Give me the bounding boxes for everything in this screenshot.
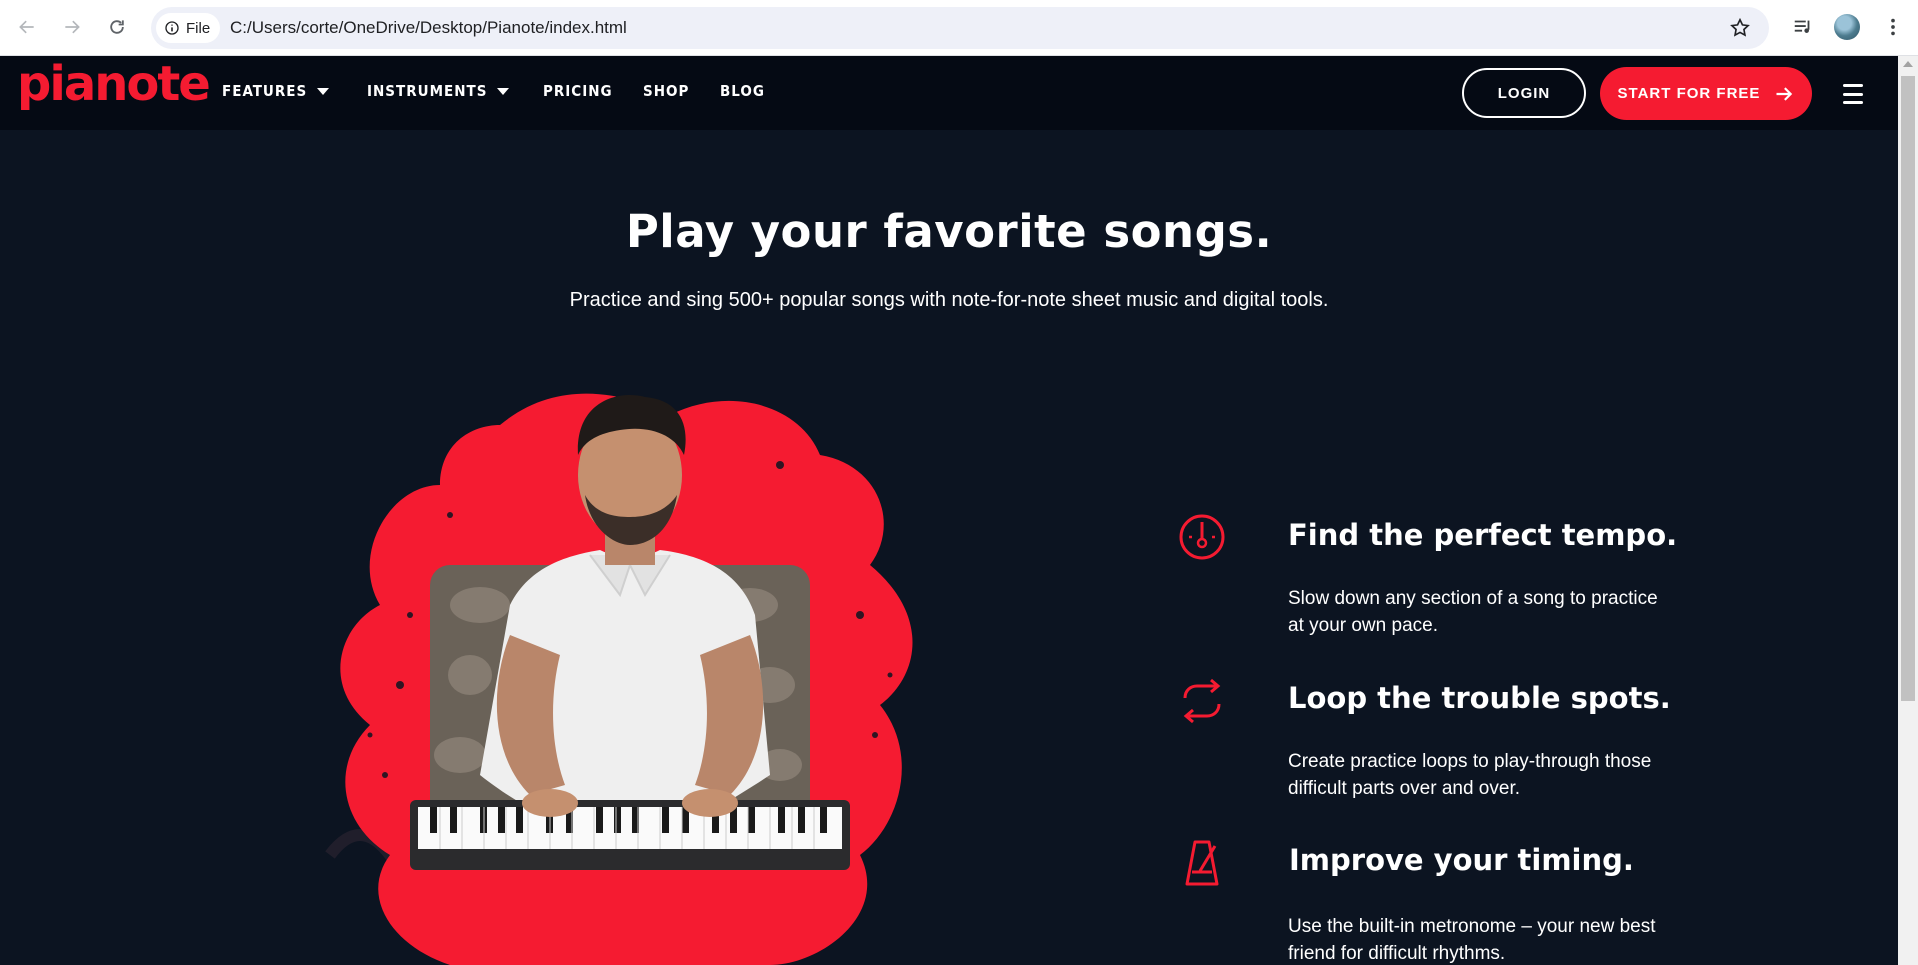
feature-title: Find the perfect tempo. — [1288, 518, 1678, 552]
chevron-down-icon — [317, 87, 330, 95]
nav-features[interactable]: FEATURES — [222, 82, 330, 100]
nav-instruments-label: INSTRUMENTS — [367, 82, 488, 100]
forward-arrow-icon[interactable] — [57, 12, 87, 42]
feature-description: Create practice loops to play-through th… — [1288, 751, 1652, 799]
nav-features-label: FEATURES — [222, 82, 308, 100]
loop-icon — [1183, 678, 1221, 724]
address-bar[interactable]: File C:/Users/corte/OneDrive/Desktop/Pia… — [151, 7, 1769, 49]
feature-title: Loop the trouble spots. — [1288, 681, 1671, 715]
avatar[interactable] — [1834, 14, 1860, 40]
scroll-thumb[interactable] — [1901, 76, 1915, 701]
feature-description: Use the built-in metronome – your new be… — [1288, 916, 1656, 964]
start-button-label: START FOR FREE — [1617, 85, 1761, 102]
chip-label: File — [186, 19, 211, 37]
pianist-photo — [325, 393, 913, 965]
site-header: pianote FEATURES INSTRUMENTS PRICING SHO… — [0, 56, 1898, 130]
metronome-icon — [1185, 840, 1219, 886]
hero-title: Play your favorite songs. — [625, 205, 1273, 258]
info-icon — [165, 21, 179, 35]
login-button[interactable]: LOGIN — [1462, 68, 1586, 118]
kebab-menu-icon[interactable] — [1880, 14, 1906, 40]
scroll-up-icon[interactable] — [1903, 61, 1913, 67]
nav-shop-label: SHOP — [643, 82, 690, 100]
back-arrow-icon[interactable] — [12, 12, 42, 42]
feature-description: Slow down any section of a song to pract… — [1288, 588, 1658, 636]
feature-title: Improve your timing. — [1289, 843, 1634, 877]
site-info-chip[interactable]: File — [156, 13, 221, 43]
hero-subtitle: Practice and sing 500+ popular songs wit… — [569, 289, 1329, 311]
url-text[interactable]: C:/Users/corte/OneDrive/Desktop/Pianote/… — [230, 18, 627, 38]
pianote-logo[interactable]: pianote — [17, 60, 211, 108]
nav-blog-label: BLOG — [720, 82, 765, 100]
chevron-down-icon — [497, 87, 510, 95]
hamburger-menu-icon[interactable] — [1843, 84, 1863, 104]
login-button-label: LOGIN — [1497, 84, 1551, 102]
browser-toolbar: File C:/Users/corte/OneDrive/Desktop/Pia… — [0, 0, 1918, 56]
reload-icon[interactable] — [102, 12, 132, 42]
star-icon[interactable] — [1729, 17, 1751, 39]
nav-blog[interactable]: BLOG — [720, 82, 765, 100]
media-queue-icon[interactable] — [1790, 14, 1816, 40]
nav-pricing-label: PRICING — [543, 82, 613, 100]
nav-pricing[interactable]: PRICING — [543, 82, 613, 100]
nav-instruments[interactable]: INSTRUMENTS — [367, 82, 510, 100]
nav-shop[interactable]: SHOP — [643, 82, 689, 100]
arrow-right-icon — [1776, 86, 1793, 101]
page-scrollbar[interactable] — [1898, 56, 1918, 965]
start-for-free-button[interactable]: START FOR FREE — [1600, 67, 1812, 120]
tempo-dial-icon — [1179, 514, 1225, 560]
